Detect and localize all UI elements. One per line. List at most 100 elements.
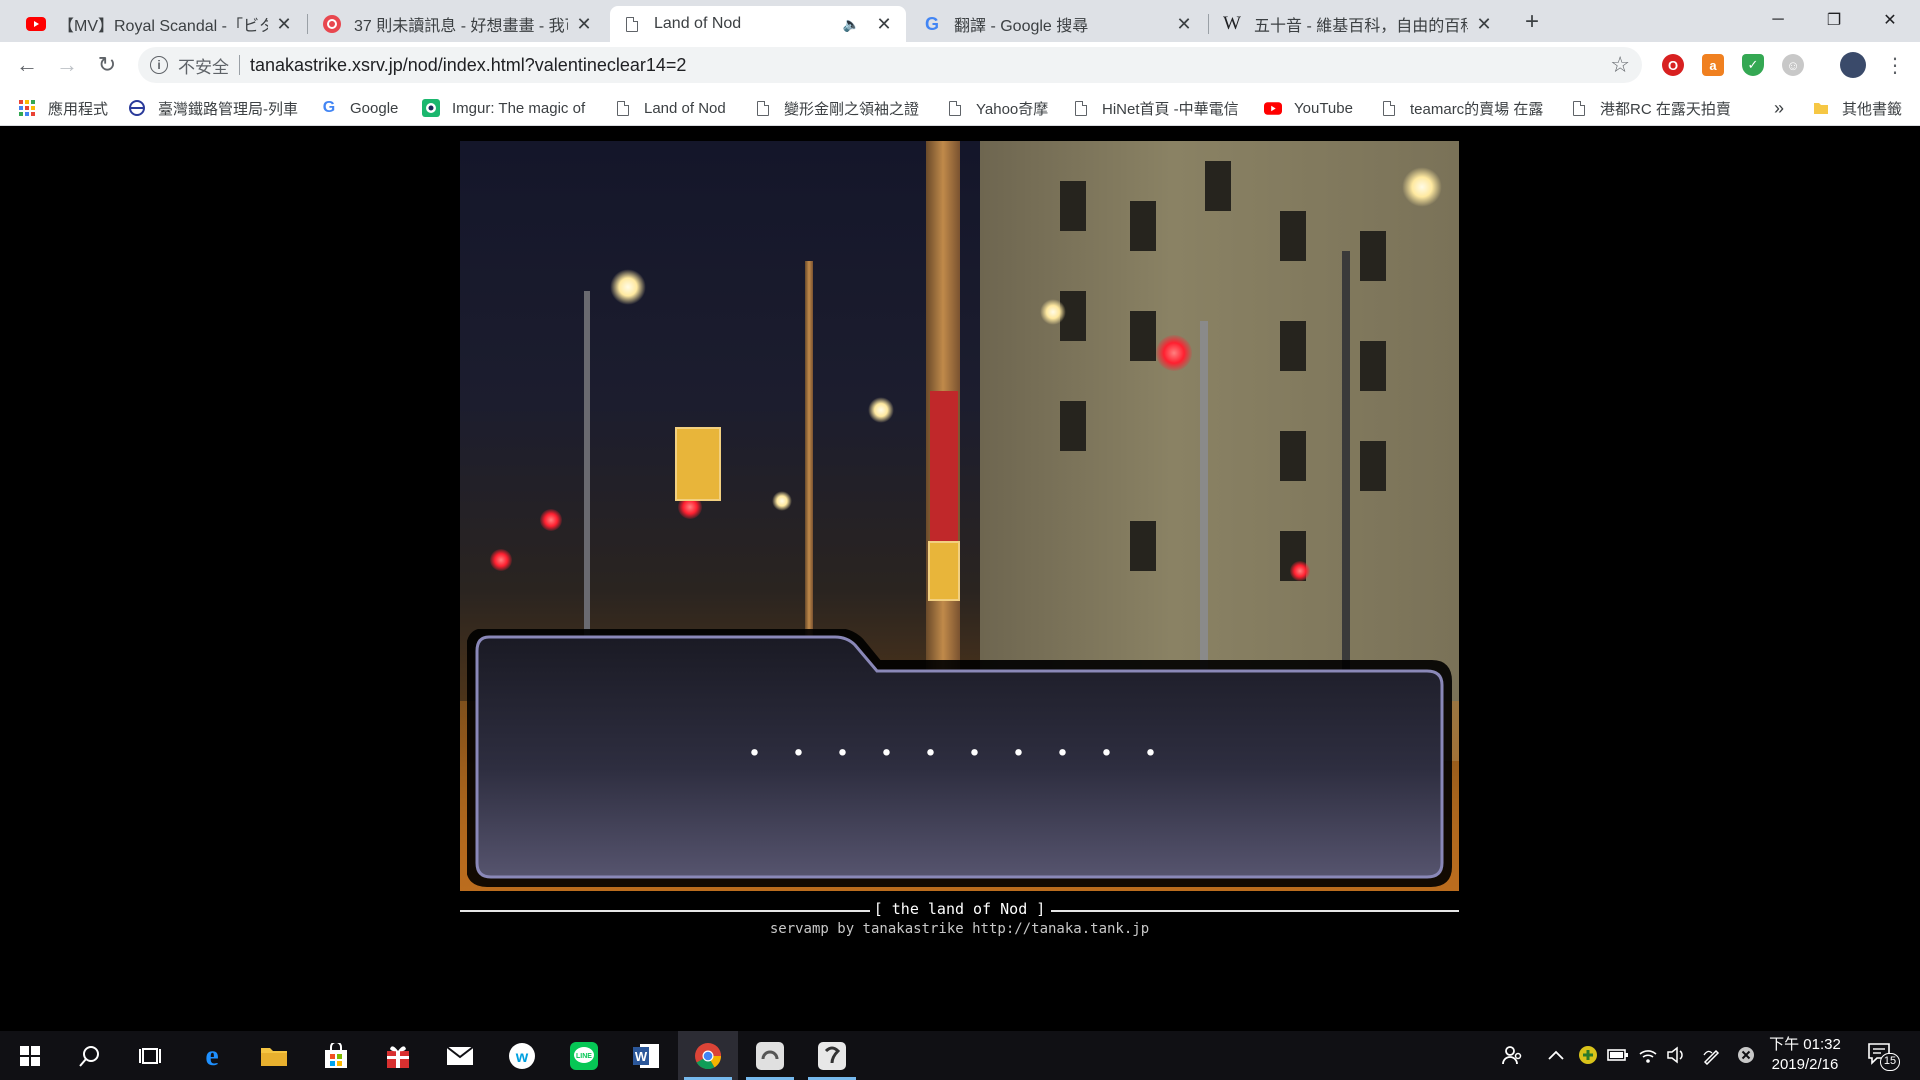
bookmark-hinet[interactable]: HiNet首頁 -中華電信 (1072, 97, 1244, 119)
tab-close-button[interactable]: ✕ (574, 14, 594, 34)
bookmark-label: Imgur: The magic of (452, 99, 586, 117)
bookmark-google[interactable]: G Google (320, 97, 399, 119)
taskbar-clock[interactable]: 下午 01:32 2019/2/16 (1760, 1035, 1850, 1075)
tab-land-of-nod[interactable]: Land of Nod 🔈 ✕ (610, 6, 906, 42)
mail-icon[interactable] (430, 1031, 490, 1080)
security-label: 不安全 (178, 57, 229, 77)
forward-button[interactable]: → (52, 50, 82, 80)
page-icon (622, 14, 642, 34)
tab-wikipedia[interactable]: W 五十音 - 維基百科，自由的百科全 ✕ (1210, 6, 1506, 42)
bookmark-railway[interactable]: 臺灣鐵路管理局-列車 (128, 97, 300, 119)
close-window-button[interactable]: ✕ (1862, 0, 1918, 40)
tab-close-button[interactable]: ✕ (1174, 14, 1194, 34)
page-icon (1380, 99, 1398, 117)
webtoon-app-icon[interactable]: w (492, 1031, 552, 1080)
address-bar[interactable]: i 不安全 tanakastrike.xsrv.jp/nod/index.htm… (138, 47, 1642, 83)
new-tab-button[interactable]: + (1518, 8, 1546, 36)
tab-title: 五十音 - 維基百科，自由的百科全 (1254, 18, 1468, 35)
tab-close-button[interactable]: ✕ (274, 14, 294, 34)
pen-app-icon[interactable] (740, 1031, 800, 1080)
extension-opera-icon[interactable]: O (1662, 54, 1684, 76)
bookmark-label: 港都RC 在露天拍賣 (1600, 100, 1731, 118)
people-icon[interactable] (1500, 1043, 1524, 1067)
bookmark-gangdu-rc[interactable]: 港都RC 在露天拍賣 (1570, 97, 1742, 119)
tab-close-button[interactable]: ✕ (1474, 14, 1494, 34)
bookmark-imgur[interactable]: Imgur: The magic of (422, 97, 592, 119)
bookmarks-overflow-button[interactable]: » (1774, 97, 1784, 119)
tab-close-button[interactable]: ✕ (874, 14, 894, 34)
tray-app-icon[interactable] (1576, 1043, 1600, 1067)
footer-credit: servamp by tanakastrike http://tanaka.ta… (769, 921, 1150, 937)
bookmark-label: 應用程式 (48, 100, 109, 118)
bookmark-transformers[interactable]: 變形金剛之領袖之證 (754, 97, 926, 119)
dialog-box[interactable]: ・・・・・・・・・・ (467, 629, 1452, 887)
extension-discord-icon[interactable]: ☺ (1782, 54, 1804, 76)
no-smoking-sign (930, 391, 958, 541)
page-icon (614, 99, 632, 117)
pen-workspace-icon[interactable] (1700, 1043, 1724, 1067)
speaker-icon[interactable]: 🔈 (843, 16, 860, 33)
bookmark-land-of-nod[interactable]: Land of Nod (614, 97, 726, 119)
extension-shield-icon[interactable]: ✓ (1742, 54, 1764, 76)
profile-avatar[interactable] (1840, 52, 1866, 78)
bookmark-other-folder[interactable]: 其他書籤 (1812, 97, 1902, 119)
reload-button[interactable]: ↻ (92, 50, 122, 80)
game-scene-night-street[interactable]: ・・・・・・・・・・ (460, 141, 1459, 891)
task-view-icon[interactable] (120, 1031, 180, 1080)
dialog-text: ・・・・・・・・・・ (739, 737, 1180, 772)
site-info-icon[interactable]: i (150, 56, 168, 74)
url-text[interactable]: tanakastrike.xsrv.jp/nod/index.html?vale… (250, 55, 686, 76)
bookmark-label: Land of Nod (644, 99, 726, 117)
youtube-icon (26, 14, 46, 34)
tab-strip: 【MV】Royal Scandal -「ビター ✕ 37 則未讀訊息 - 好想畫… (0, 0, 1920, 42)
page-icon (946, 99, 964, 117)
drawing-app-icon[interactable] (802, 1031, 862, 1080)
railway-icon (128, 99, 146, 117)
footer-title: [ the land of Nod ] (873, 900, 1046, 918)
svg-text:w: w (515, 1049, 529, 1066)
battery-icon[interactable] (1606, 1043, 1630, 1067)
bookmark-youtube[interactable]: YouTube (1264, 97, 1353, 119)
street-lamp-light (1040, 299, 1066, 325)
street-lamp-light (610, 269, 646, 305)
tab-chat-unread[interactable]: 37 則未讀訊息 - 好想畫畫 - 我可 ✕ (310, 6, 606, 42)
bookmark-yahoo[interactable]: Yahoo奇摩 (946, 97, 1048, 119)
wifi-icon[interactable] (1636, 1043, 1660, 1067)
word-icon[interactable]: W (616, 1031, 676, 1080)
bookmark-label: 其他書籤 (1842, 100, 1903, 118)
start-button[interactable] (0, 1031, 60, 1080)
bookmark-teamarc[interactable]: teamarc的賣場 在露 (1380, 97, 1548, 119)
close-circle-icon[interactable] (1734, 1043, 1758, 1067)
street-lamp-light (772, 491, 792, 511)
clock-date: 2019/2/16 (1771, 1056, 1839, 1073)
tab-google-translate[interactable]: G 翻譯 - Google 搜尋 ✕ (910, 6, 1206, 42)
page-icon (754, 99, 772, 117)
back-button[interactable]: ← (12, 50, 42, 80)
search-icon[interactable] (60, 1031, 120, 1080)
bookmark-star-icon[interactable]: ☆ (1610, 52, 1630, 78)
edge-icon[interactable]: e (182, 1031, 242, 1080)
line-app-icon[interactable]: LINE (554, 1031, 614, 1080)
chevron-up-icon[interactable] (1544, 1043, 1568, 1067)
store-icon[interactable] (306, 1031, 366, 1080)
gift-icon[interactable] (368, 1031, 428, 1080)
chrome-icon[interactable] (678, 1031, 738, 1080)
red-traffic-light (540, 509, 562, 531)
tab-title: 翻譯 - Google 搜尋 (954, 18, 1089, 35)
bookmark-label: teamarc的賣場 在露 (1410, 100, 1544, 118)
volume-icon[interactable] (1664, 1043, 1688, 1067)
action-center-button[interactable]: 15 (1868, 1041, 1902, 1071)
page-icon (1570, 99, 1588, 117)
bookmark-label: 變形金剛之領袖之證 (784, 100, 920, 118)
bookmark-label: YouTube (1294, 99, 1353, 117)
extension-shopping-icon[interactable]: a (1702, 54, 1724, 76)
svg-text:W: W (635, 1049, 648, 1064)
tab-youtube-mv[interactable]: 【MV】Royal Scandal -「ビター ✕ (14, 6, 306, 42)
bookmark-apps[interactable]: 應用程式 (18, 97, 108, 119)
youtube-icon (1264, 99, 1282, 117)
minimize-button[interactable]: ─ (1750, 0, 1806, 40)
maximize-button[interactable]: ❐ (1806, 0, 1862, 40)
file-explorer-icon[interactable] (244, 1031, 304, 1080)
menu-kebab-icon[interactable]: ⋮ (1880, 50, 1910, 80)
bookmark-label: Yahoo奇摩 (976, 100, 1049, 118)
